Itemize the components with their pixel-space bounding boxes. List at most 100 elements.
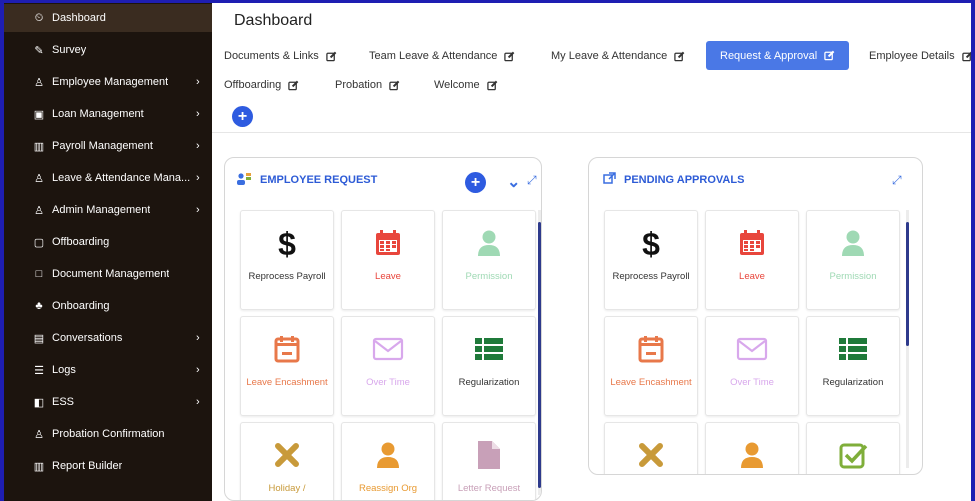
edit-icon[interactable] [667,51,685,62]
request-tile[interactable]: Permission [442,210,536,310]
edit-icon[interactable] [382,80,400,91]
tab[interactable]: Welcome [434,79,498,91]
sidebar-item[interactable]: ✎ Survey [4,36,212,64]
sidebar-item[interactable]: ♙ Leave & Attendance Mana... › [4,164,212,192]
request-tile[interactable]: $ Reprocess Payroll [240,210,334,310]
users-icon: ♣ [35,300,43,312]
request-tile[interactable]: Permission [806,210,900,310]
request-tile[interactable] [705,422,799,474]
sidebar-item-label: Probation Confirmation [52,428,165,440]
tab[interactable]: Team Leave & Attendance [369,50,515,62]
request-tile[interactable]: Over Time [341,316,435,416]
tab-label: Probation [335,79,383,91]
request-tile[interactable] [806,422,900,474]
request-tile[interactable] [604,422,698,474]
tile-label: Regularization [822,377,884,388]
sidebar-item[interactable]: ♙ Probation Confirmation [4,420,212,448]
edit-icon[interactable] [480,80,498,91]
sidebar-item[interactable]: ▢ Offboarding [4,228,212,256]
request-tile[interactable]: Leave Encashment [604,316,698,416]
envelope-icon [342,331,434,367]
window-icon: ▢ [33,236,45,249]
sidebar-item[interactable]: ♙ Admin Management › [4,196,212,224]
tile-label: Over Time [730,377,774,388]
square-icon: □ [35,268,43,280]
request-tile[interactable]: Over Time [705,316,799,416]
sidebar-item[interactable]: ◧ ESS › [4,388,212,416]
sidebar-item[interactable]: ▤ Conversations › [4,324,212,352]
calendar-minus-icon [241,331,333,367]
edit-icon[interactable] [281,80,299,91]
list-icon: ☰ [34,364,44,377]
sidebar-item[interactable]: ▥ Report Builder [4,452,212,480]
request-tile[interactable]: Leave [705,210,799,310]
employee-request-scroll-thumb[interactable] [538,222,541,488]
divider [212,132,971,133]
sidebar-item-label: ESS [52,396,75,408]
sidebar-item-label: Employee Management [52,76,169,88]
request-tile[interactable]: Letter Request [442,422,536,500]
tab[interactable]: My Leave & Attendance [551,50,685,62]
tile-label: Leave Encashment [610,377,692,388]
x-icon [241,437,333,473]
sidebar-item-label: Logs [52,364,76,376]
add-tab-button[interactable]: + [232,106,253,127]
list-icon [807,331,899,367]
sidebar-item-label: Payroll Management [52,140,153,152]
sidebar-item[interactable]: ▥ Payroll Management › [4,132,212,160]
tile-label: Reassign Org [358,483,418,494]
tile-label: Over Time [366,377,410,388]
tile-label: Holiday / [268,483,306,494]
person-icon [443,225,535,261]
request-tile[interactable]: Regularization [442,316,536,416]
edit-icon[interactable] [817,50,835,61]
main-content: Dashboard Documents & Links Team Leave & … [212,3,971,501]
tile-label: Letter Request [457,483,521,494]
chevron-right-icon: › [196,140,200,152]
edit-icon[interactable] [497,51,515,62]
expand-button[interactable]: ⤢ [527,173,537,188]
request-tile[interactable]: Reassign Org [341,422,435,500]
tab[interactable]: Documents & Links [224,50,337,62]
tab-label: Employee Details [869,50,955,62]
edit-icon[interactable] [955,51,971,62]
sidebar-item-label: Onboarding [52,300,110,312]
sidebar-item[interactable]: ♙ Employee Management › [4,68,212,96]
request-tile[interactable]: Leave [341,210,435,310]
sidebar-item-label: Admin Management [52,204,151,216]
edit-icon: ✎ [34,44,44,57]
tile-label: Permission [465,271,513,282]
panel-icon: ◧ [33,396,45,409]
pending-approvals-scroll-thumb[interactable] [906,222,909,346]
request-tile[interactable]: $ Reprocess Payroll [604,210,698,310]
tab-label: Welcome [434,79,480,91]
employee-request-panel: EMPLOYEE REQUEST + ⌄ ⤢ $ Reprocess Payrol… [224,157,542,501]
request-tile[interactable]: Leave Encashment [240,316,334,416]
sidebar-item[interactable]: ▣ Loan Management › [4,100,212,128]
pending-approvals-panel: PENDING APPROVALS ⤢ $ Reprocess Payroll Le… [588,157,923,475]
chat-icon: ▤ [33,332,45,345]
sidebar-item-label: Report Builder [52,460,123,472]
tab[interactable]: Offboarding [224,79,299,91]
svg-text:$: $ [278,226,296,261]
collapse-button[interactable]: ⌄ [507,172,520,192]
request-tile[interactable]: Holiday / [240,422,334,500]
sidebar-item[interactable]: □ Document Management [4,260,212,288]
sidebar-item[interactable]: ☰ Logs › [4,356,212,384]
expand-button[interactable]: ⤢ [892,173,902,188]
list-icon [443,331,535,367]
document-icon [443,437,535,473]
tab[interactable]: Probation [335,79,400,91]
sidebar-item[interactable]: ♣ Onboarding [4,292,212,320]
sidebar-item[interactable]: ⏲ Dashboard [4,4,212,32]
chevron-right-icon: › [196,204,200,216]
chevron-right-icon: › [196,396,200,408]
request-tile[interactable]: Regularization [806,316,900,416]
tab[interactable]: Request & Approval [706,41,850,70]
add-request-button[interactable]: + [465,172,486,193]
bar-chart-icon: ▥ [33,140,45,153]
bar-chart-icon: ▥ [33,460,45,473]
tab[interactable]: Employee Details [869,50,971,62]
edit-icon[interactable] [319,51,337,62]
user-icon: ♙ [34,172,44,185]
